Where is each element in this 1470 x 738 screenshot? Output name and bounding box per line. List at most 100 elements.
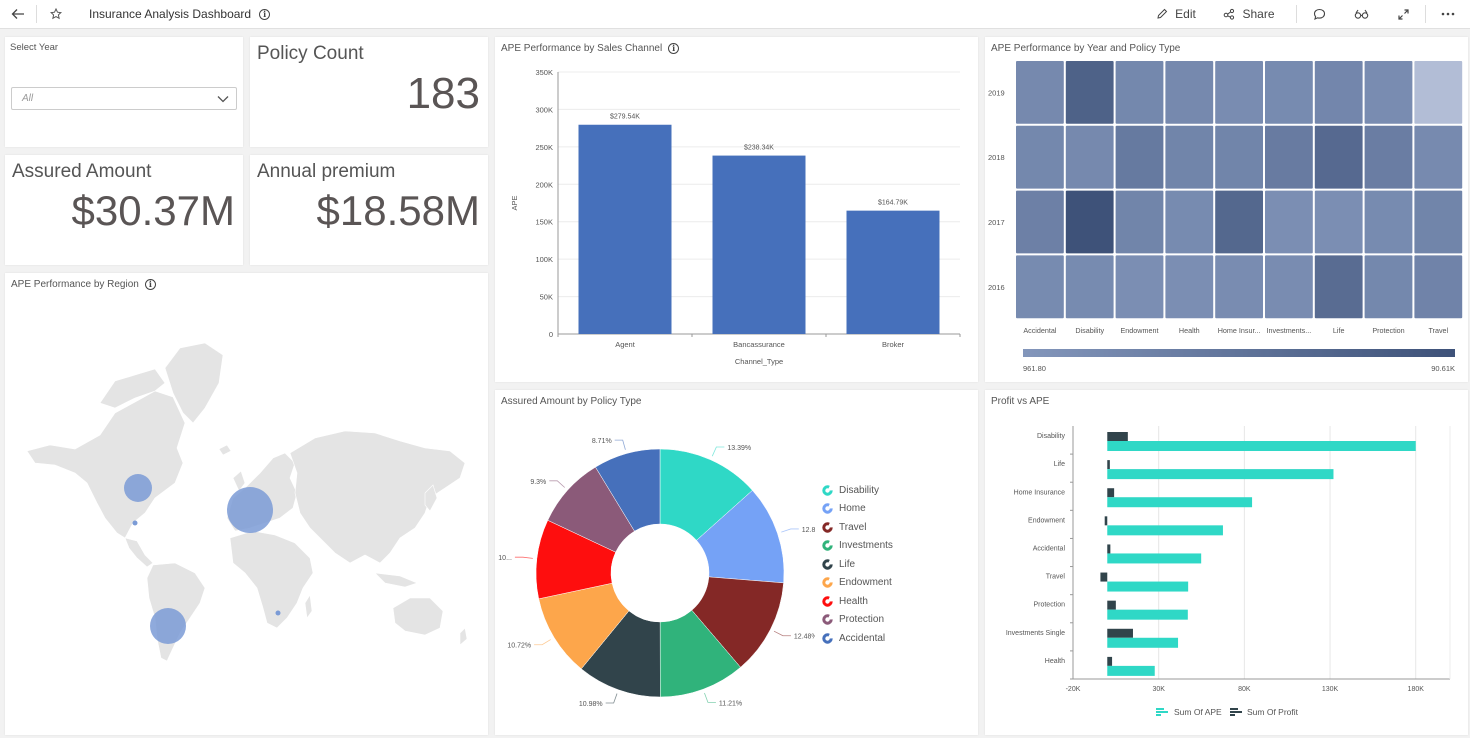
dashboard-title: Insurance Analysis Dashboard: [89, 7, 252, 21]
slice-leader-line: [549, 480, 566, 488]
slice-leader-line: [773, 630, 791, 637]
assured-donut-panel: Assured Amount by Policy Type 13.39% 12.8…: [495, 390, 978, 735]
heatmap-cell: [1115, 61, 1164, 124]
fullscreen-button[interactable]: [1381, 8, 1425, 20]
x-tick-label: Bancassurance: [733, 340, 785, 349]
heatmap-cell: [1165, 61, 1214, 124]
legend-item-home[interactable]: Home: [822, 500, 893, 519]
x-axis-title: Channel_Type: [735, 357, 783, 366]
y-tick-label: Investments Single: [1006, 630, 1065, 637]
ape-bar: [1107, 469, 1334, 480]
slice-label: 8.71%: [592, 438, 612, 445]
x-label: Investments...: [1267, 326, 1312, 335]
legend-donut-icon: [822, 596, 833, 607]
heatmap-cell: [1414, 255, 1463, 319]
share-label: Share: [1242, 7, 1275, 21]
legend-donut-icon: [822, 485, 833, 496]
back-button[interactable]: [0, 0, 36, 29]
world-map[interactable]: [5, 273, 488, 735]
year-policy-heatmap: 2019 2018 2017 2016 Accidental Disability Endo…: [988, 61, 1463, 373]
legend-label: Health: [839, 595, 868, 607]
x-label: Disability: [1075, 326, 1104, 335]
more-icon: [1441, 12, 1455, 16]
annual-premium-card: Annual premium $18.58M: [250, 155, 488, 265]
legend-item-disability[interactable]: Disability: [822, 481, 893, 500]
more-options-button[interactable]: [1426, 12, 1470, 16]
bubble-south-america[interactable]: [150, 608, 186, 644]
expand-icon: [1397, 8, 1409, 20]
info-icon: i: [259, 8, 271, 20]
heatmap-cell: [1215, 125, 1263, 189]
indonesia: [374, 572, 418, 588]
legend-label: Sum Of Profit: [1247, 707, 1299, 717]
y-tick-label: Protection: [1033, 602, 1065, 609]
bar-bancassurance: [712, 155, 806, 334]
share-button[interactable]: Share: [1214, 7, 1284, 21]
heatmap-cell: [1364, 255, 1413, 319]
profit-bar: [1107, 628, 1133, 638]
favorite-button[interactable]: [37, 0, 75, 29]
legend-item-ape[interactable]: Sum Of APE: [1156, 707, 1222, 717]
bubble-south-africa[interactable]: [275, 610, 281, 616]
scale-max-label: 90.61K: [1431, 364, 1455, 373]
ape-bar: [1107, 637, 1179, 648]
slice-label: 10...: [498, 555, 512, 562]
bubble-usa[interactable]: [132, 520, 138, 526]
legend-donut-icon: [822, 540, 833, 551]
legend-item-profit[interactable]: Sum Of Profit: [1230, 707, 1299, 717]
madagascar: [304, 594, 313, 619]
x-label: Health: [1179, 326, 1200, 335]
dashboard-info-button[interactable]: i: [259, 8, 271, 20]
sales-channel-panel: APE Performance by Sales Channel i 0 50K 1…: [495, 37, 978, 382]
heatmap-cell: [1065, 255, 1114, 319]
x-tick-label: Broker: [882, 340, 905, 349]
color-scale-bar: [1023, 349, 1455, 357]
ape-bar: [1107, 553, 1202, 564]
y-tick-label: Travel: [1046, 574, 1066, 581]
y-tick-label: 200K: [535, 180, 553, 189]
x-label: Accidental: [1023, 326, 1057, 335]
assured-donut-chart: 13.39% 12.88% 12.48% 11.21% 10.98% 10.72% 10..…: [498, 438, 815, 708]
legend-donut-icon: [822, 577, 833, 588]
ape-bar: [1107, 441, 1416, 451]
legend-item-travel[interactable]: Travel: [822, 518, 893, 537]
policy-count-value: 183: [406, 69, 480, 118]
heatmap-cell: [1165, 190, 1214, 254]
africa: [229, 530, 314, 629]
glasses-icon: [1354, 9, 1368, 19]
legend-item-endowment[interactable]: Endowment: [822, 574, 893, 593]
profit-ape-panel: Profit vs APE -20K 30K 80K 130K 180K Disabili…: [985, 390, 1468, 735]
ape-bar: [1107, 525, 1223, 536]
heatmap-cell: [1215, 255, 1263, 319]
heatmap-cell: [1016, 255, 1064, 319]
x-tick-label: Agent: [615, 340, 636, 349]
legend-profit-icon: [1230, 711, 1242, 713]
edit-label: Edit: [1175, 7, 1196, 21]
profit-bar: [1107, 656, 1113, 666]
legend-ape-icon: [1156, 708, 1164, 710]
legend-item-investments[interactable]: Investments: [822, 537, 893, 556]
x-tick-label: 30K: [1152, 686, 1165, 693]
slice-leader-line: [605, 693, 618, 704]
legend-item-life[interactable]: Life: [822, 555, 893, 574]
year-select[interactable]: All: [11, 87, 237, 110]
legend-item-protection[interactable]: Protection: [822, 611, 893, 630]
legend-label: Life: [839, 558, 856, 570]
bar-data-label: $164.79K: [878, 200, 908, 207]
sales-channel-chart: 0 50K 100K 150K 200K 250K 300K 350K $279.54K Agen…: [510, 68, 961, 366]
legend-label: Disability: [839, 484, 880, 496]
slice-label: 12.88%: [802, 527, 815, 534]
legend-profit-icon: [1230, 708, 1238, 710]
slice-leader-line: [711, 446, 725, 457]
edit-button[interactable]: Edit: [1146, 7, 1206, 21]
legend-item-health[interactable]: Health: [822, 592, 893, 611]
x-tick-label: 130K: [1322, 686, 1339, 693]
bubble-canada[interactable]: [124, 474, 152, 502]
heatmap-cell: [1314, 255, 1363, 319]
heatmap-cell: [1265, 255, 1313, 319]
view-mode-button[interactable]: [1341, 8, 1381, 20]
y-tick-label: Home Insurance: [1014, 489, 1065, 496]
legend-item-accidental[interactable]: Accidental: [822, 629, 893, 648]
bubble-europe[interactable]: [227, 487, 273, 533]
comments-button[interactable]: [1297, 8, 1341, 21]
